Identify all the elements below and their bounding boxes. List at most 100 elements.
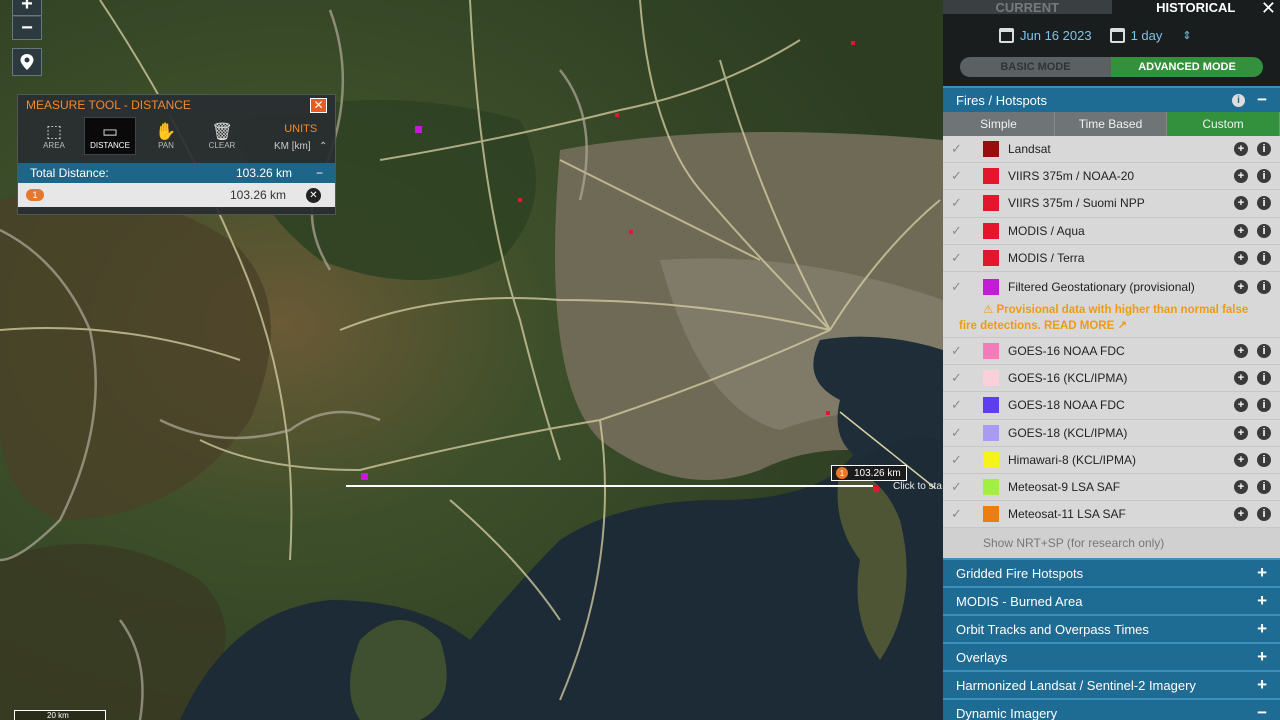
expand-icon[interactable]: + [1257, 675, 1267, 695]
fires-hotspots-header[interactable]: Fires / Hotspots i − [943, 86, 1280, 112]
checkbox-checked-icon[interactable]: ✓ [951, 141, 967, 157]
close-sidebar-icon[interactable]: ✕ [1261, 0, 1276, 19]
layer-row[interactable]: ✓ Landsat + i [943, 136, 1280, 164]
segment-distance: 103.26 km [230, 188, 287, 202]
info-icon[interactable]: i [1257, 344, 1271, 359]
info-icon[interactable]: i [1257, 425, 1271, 440]
info-icon[interactable]: i [1257, 142, 1271, 157]
tool-area-button[interactable]: ⬚ AREA [28, 117, 80, 155]
info-icon[interactable]: i [1257, 479, 1271, 494]
info-icon[interactable]: i [1257, 279, 1271, 294]
checkbox-checked-icon[interactable]: ✓ [951, 370, 967, 386]
checkbox-checked-icon[interactable]: ✓ [951, 506, 967, 522]
section-modis-burned-area[interactable]: MODIS - Burned Area + [943, 586, 1280, 615]
warning-text-line2[interactable]: fire detections. READ MORE [959, 320, 1114, 332]
remove-segment-button[interactable]: ✕ [306, 187, 321, 203]
info-icon[interactable]: i [1257, 223, 1271, 238]
tool-pan-button[interactable]: ✋ PAN [140, 117, 192, 155]
expand-icon[interactable]: + [1257, 647, 1267, 667]
info-icon[interactable]: i [1257, 371, 1271, 386]
zoom-in-button[interactable]: + [12, 0, 42, 16]
layer-row[interactable]: ✓ VIIRS 375m / Suomi NPP + i [943, 190, 1280, 218]
info-icon[interactable]: i [1257, 452, 1271, 467]
tab-current[interactable]: CURRENT [943, 0, 1112, 15]
layer-row[interactable]: ✓ Meteosat-11 LSA SAF + i [943, 501, 1280, 529]
add-icon[interactable]: + [1234, 452, 1248, 467]
locate-button[interactable] [12, 48, 42, 76]
info-icon[interactable]: i [1232, 93, 1246, 107]
layer-row[interactable]: ✓ GOES-16 NOAA FDC + i [943, 338, 1280, 366]
click-hint: Click to sta [893, 481, 942, 492]
layer-color-swatch [983, 222, 999, 239]
updown-icon: ⌃ [313, 141, 328, 152]
section-orbit-tracks[interactable]: Orbit Tracks and Overpass Times + [943, 614, 1280, 643]
basic-mode-button[interactable]: BASIC MODE [960, 57, 1111, 77]
layer-row[interactable]: ✓ GOES-18 (KCL/IPMA) + i [943, 420, 1280, 447]
section-overlays[interactable]: Overlays + [943, 642, 1280, 671]
tab-historical[interactable]: HISTORICAL [1111, 0, 1280, 15]
add-icon[interactable]: + [1234, 279, 1248, 294]
info-icon[interactable]: i [1257, 507, 1271, 522]
section-dynamic-imagery[interactable]: Dynamic Imagery − [943, 698, 1280, 720]
checkbox-checked-icon[interactable]: ✓ [951, 168, 967, 184]
layer-row-geostationary[interactable]: ✓ Filtered Geostationary (provisional) +… [943, 272, 1280, 338]
info-icon[interactable]: i [1257, 250, 1271, 265]
tool-clear-button[interactable]: 🗑 CLEAR [196, 117, 248, 155]
subtab-simple[interactable]: Simple [943, 112, 1055, 136]
add-icon[interactable]: + [1234, 344, 1248, 359]
add-icon[interactable]: + [1234, 507, 1248, 522]
tool-distance-button[interactable]: ▭ DISTANCE [84, 117, 136, 155]
advanced-mode-button[interactable]: ADVANCED MODE [1111, 57, 1263, 77]
checkbox-checked-icon[interactable]: ✓ [951, 250, 967, 266]
tool-pan-label: PAN [158, 141, 174, 150]
subtab-custom[interactable]: Custom [1167, 112, 1280, 136]
info-icon[interactable]: i [1257, 169, 1271, 184]
add-icon[interactable]: + [1234, 398, 1248, 413]
expand-icon[interactable]: + [1257, 563, 1267, 583]
collapse-icon[interactable]: − [1257, 90, 1267, 110]
expand-icon[interactable]: + [1257, 591, 1267, 611]
add-icon[interactable]: + [1234, 425, 1248, 440]
range-picker[interactable]: 1 day [1131, 28, 1163, 43]
layer-row[interactable]: ✓ VIIRS 375m / NOAA-20 + i [943, 163, 1280, 191]
map-canvas[interactable]: + − MEASURE TOOL - DISTANCE ✕ ⬚ AREA ▭ D… [0, 0, 943, 720]
add-icon[interactable]: + [1234, 479, 1248, 494]
add-icon[interactable]: + [1234, 142, 1248, 157]
layer-row[interactable]: ✓ GOES-16 (KCL/IPMA) + i [943, 365, 1280, 393]
add-icon[interactable]: + [1234, 371, 1248, 386]
layer-row[interactable]: ✓ GOES-18 NOAA FDC + i [943, 392, 1280, 420]
units-selector[interactable]: UNITS KM [km] ⌃ [274, 117, 327, 163]
checkbox-checked-icon[interactable]: ✓ [951, 343, 967, 359]
add-icon[interactable]: + [1234, 223, 1248, 238]
add-icon[interactable]: + [1234, 196, 1248, 211]
external-link-icon[interactable]: ↗ [1117, 320, 1127, 332]
checkbox-checked-icon[interactable]: ✓ [951, 279, 967, 295]
add-icon[interactable]: + [1234, 169, 1248, 184]
collapse-icon[interactable]: − [1257, 703, 1267, 720]
checkbox-checked-icon[interactable]: ✓ [951, 195, 967, 211]
layer-row[interactable]: ✓ MODIS / Aqua + i [943, 218, 1280, 245]
area-icon: ⬚ [45, 122, 63, 141]
checkbox-checked-icon[interactable]: ✓ [951, 479, 967, 495]
section-gridded-fire-hotspots[interactable]: Gridded Fire Hotspots + [943, 558, 1280, 587]
collapse-icon[interactable]: − [316, 166, 323, 180]
layer-row[interactable]: ✓ Meteosat-9 LSA SAF + i [943, 474, 1280, 502]
range-updown-icon[interactable]: ⇕ [1182, 29, 1191, 42]
subtab-time-based[interactable]: Time Based [1055, 112, 1167, 136]
checkbox-checked-icon[interactable]: ✓ [951, 397, 967, 413]
show-nrt-sp-toggle[interactable]: Show NRT+SP (for research only) [943, 528, 1280, 559]
add-icon[interactable]: + [1234, 250, 1248, 265]
info-icon[interactable]: i [1257, 196, 1271, 211]
checkbox-checked-icon[interactable]: ✓ [951, 223, 967, 239]
layer-row[interactable]: ✓ Himawari-8 (KCL/IPMA) + i [943, 447, 1280, 474]
section-harmonized-landsat[interactable]: Harmonized Landsat / Sentinel-2 Imagery … [943, 670, 1280, 699]
date-picker[interactable]: Jun 16 2023 [1020, 28, 1092, 43]
info-icon[interactable]: i [1257, 398, 1271, 413]
expand-icon[interactable]: + [1257, 619, 1267, 639]
zoom-out-button[interactable]: − [12, 16, 42, 40]
measure-close-button[interactable]: ✕ [310, 97, 327, 113]
layer-row[interactable]: ✓ MODIS / Terra + i [943, 245, 1280, 272]
checkbox-checked-icon[interactable]: ✓ [951, 452, 967, 468]
checkbox-checked-icon[interactable]: ✓ [951, 425, 967, 441]
measure-tool-title: MEASURE TOOL - DISTANCE [26, 98, 191, 112]
